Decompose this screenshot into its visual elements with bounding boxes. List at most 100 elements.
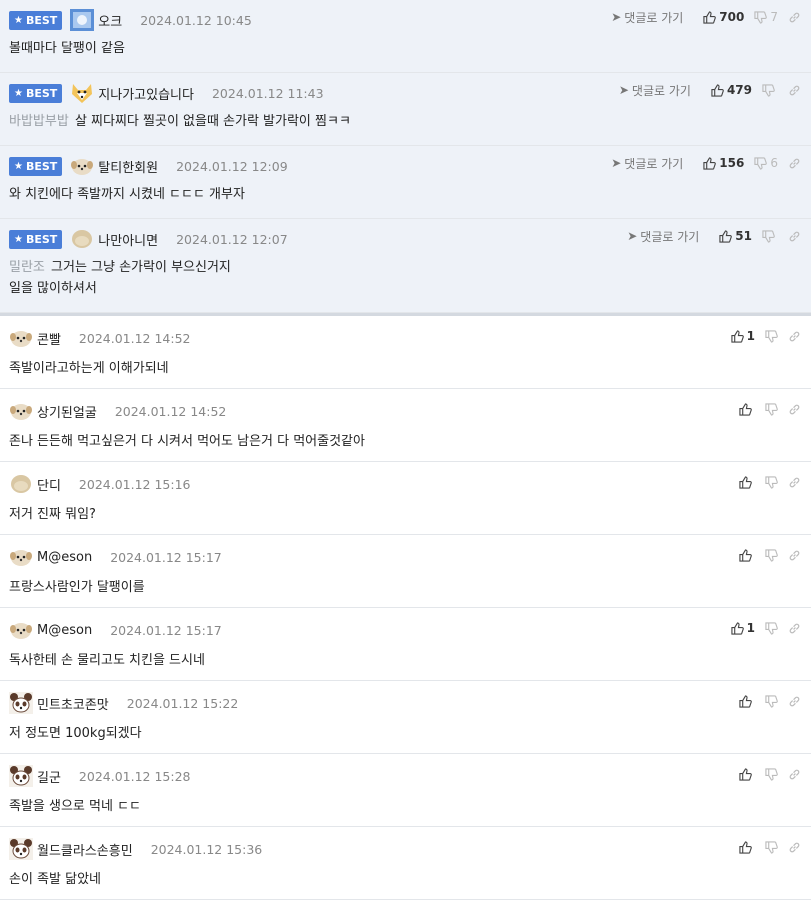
upvote-button[interactable]	[739, 475, 755, 489]
nickname[interactable]: 월드클라스손흥민	[37, 840, 133, 859]
navigate-arrow-icon: ➤	[611, 10, 622, 24]
upvote-button[interactable]	[739, 402, 755, 416]
downvote-button[interactable]	[762, 229, 778, 243]
nickname[interactable]: M@eson	[37, 550, 92, 565]
upvote-button[interactable]: 1	[731, 621, 755, 635]
avatar[interactable]	[9, 765, 33, 787]
goto-comment-link[interactable]: ➤ 댓글로 가기	[619, 82, 691, 99]
avatar[interactable]	[9, 473, 33, 495]
nickname[interactable]: 상기된얼굴	[37, 402, 97, 421]
avatar[interactable]	[70, 9, 95, 31]
mention[interactable]: 바밥밥부밥	[9, 114, 69, 129]
link-icon	[789, 842, 800, 852]
thumbs-up-icon	[711, 83, 724, 97]
best-comment: ★ BEST 탈티한회원 2024.01.12 12:09 ➤ 댓글로 가기 156…	[0, 146, 811, 219]
goto-comment-link[interactable]: ➤ 댓글로 가기	[611, 155, 683, 172]
downvote-button[interactable]	[765, 475, 778, 489]
downvote-button[interactable]	[765, 548, 778, 562]
downvote-button[interactable]	[765, 694, 778, 708]
star-icon: ★	[14, 160, 23, 172]
link-button[interactable]	[788, 403, 801, 416]
avatar[interactable]	[70, 155, 94, 177]
upvote-button[interactable]	[739, 548, 755, 562]
comment-list: ★ BEST 오크 2024.01.12 10:45 ➤ 댓글로 가기 700 7 …	[0, 0, 811, 900]
link-icon	[789, 550, 800, 560]
link-icon	[789, 404, 800, 414]
nickname[interactable]: 콘빨	[37, 329, 61, 348]
avatar[interactable]	[9, 400, 33, 422]
upvote-count: 1	[746, 329, 755, 343]
link-button[interactable]	[788, 768, 801, 781]
avatar[interactable]	[70, 82, 94, 104]
comment: 콘빨 2024.01.12 14:52 1 족발이라고하는게 이해가되네	[0, 316, 811, 389]
upvote-count: 156	[719, 156, 745, 170]
downvote-button[interactable]	[765, 621, 778, 635]
link-button[interactable]	[788, 695, 801, 708]
link-button[interactable]	[788, 476, 801, 489]
link-button[interactable]	[788, 157, 801, 170]
downvote-button[interactable]: 6	[754, 156, 778, 170]
avatar[interactable]	[9, 619, 33, 641]
nickname[interactable]: 오크	[98, 11, 122, 30]
link-icon	[789, 477, 800, 487]
link-button[interactable]	[788, 549, 801, 562]
thumbs-up-icon	[703, 156, 717, 170]
comment: 민트초코존맛 2024.01.12 15:22 저 정도면 100kg되겠다	[0, 681, 811, 754]
comment-body: 족발이라고하는게 이해가되네	[9, 361, 169, 376]
upvote-button[interactable]	[739, 694, 755, 708]
nickname[interactable]: M@eson	[37, 623, 92, 638]
link-button[interactable]	[788, 230, 801, 243]
thumbs-down-icon	[765, 840, 778, 854]
nickname[interactable]: 나만아니면	[98, 230, 158, 249]
comment-body: 존나 든든해 먹고싶은거 다 시켜서 먹어도 남은거 다 먹어줄것같아	[9, 434, 365, 449]
downvote-button[interactable]	[765, 402, 778, 416]
comment-body: 독사한테 손 물리고도 치킨을 드시네	[9, 653, 205, 668]
goto-comment-link[interactable]: ➤ 댓글로 가기	[611, 9, 683, 26]
downvote-button[interactable]	[762, 83, 778, 97]
thumbs-down-icon	[765, 767, 778, 781]
avatar[interactable]	[9, 546, 33, 568]
upvote-button[interactable]: 700	[703, 10, 744, 24]
upvote-button[interactable]: 1	[731, 329, 755, 343]
thumbs-up-icon	[739, 475, 752, 489]
avatar[interactable]	[9, 692, 33, 714]
thumbs-down-icon	[765, 694, 778, 708]
comment-date: 2024.01.12 11:43	[211, 85, 324, 101]
link-button[interactable]	[788, 84, 801, 97]
upvote-button[interactable]	[739, 767, 755, 781]
downvote-button[interactable]	[765, 840, 778, 854]
thumbs-down-icon	[765, 329, 778, 343]
upvote-button[interactable]: 51	[719, 229, 752, 243]
link-button[interactable]	[788, 11, 801, 24]
upvote-button[interactable]: 479	[711, 83, 752, 97]
avatar[interactable]	[9, 838, 33, 860]
link-button[interactable]	[788, 330, 801, 343]
comment-date: 2024.01.12 15:17	[110, 622, 222, 638]
downvote-button[interactable]	[765, 767, 778, 781]
nickname[interactable]: 단디	[37, 475, 61, 494]
link-button[interactable]	[788, 841, 801, 854]
link-icon	[789, 769, 800, 779]
downvote-button[interactable]	[765, 329, 778, 343]
mention[interactable]: 밀란조	[9, 260, 45, 275]
thumbs-down-icon	[765, 548, 778, 562]
upvote-button[interactable]	[739, 840, 755, 854]
goto-comment-link[interactable]: ➤ 댓글로 가기	[627, 228, 699, 245]
upvote-button[interactable]: 156	[703, 156, 744, 170]
comment-date: 2024.01.12 10:45	[140, 12, 252, 28]
link-button[interactable]	[788, 622, 801, 635]
comment-body: 족발을 생으로 먹네 ㄷㄷ	[9, 799, 141, 814]
avatar[interactable]	[70, 228, 94, 250]
nickname[interactable]: 길군	[37, 767, 61, 786]
thumbs-down-icon	[754, 10, 768, 24]
comment-date: 2024.01.12 15:28	[78, 768, 191, 784]
avatar[interactable]	[9, 327, 33, 349]
best-comment: ★ BEST 나만아니면 2024.01.12 12:07 ➤ 댓글로 가기 51 …	[0, 219, 811, 313]
nickname[interactable]: 탈티한회원	[98, 157, 158, 176]
downvote-button[interactable]: 7	[754, 10, 778, 24]
thumbs-up-icon	[739, 548, 752, 562]
comment-body: 저 정도면 100kg되겠다	[9, 726, 142, 741]
nickname[interactable]: 지나가고있습니다	[98, 84, 194, 103]
nickname[interactable]: 민트초코존맛	[37, 694, 109, 713]
comment-body: 손이 족발 닮았네	[9, 872, 101, 887]
